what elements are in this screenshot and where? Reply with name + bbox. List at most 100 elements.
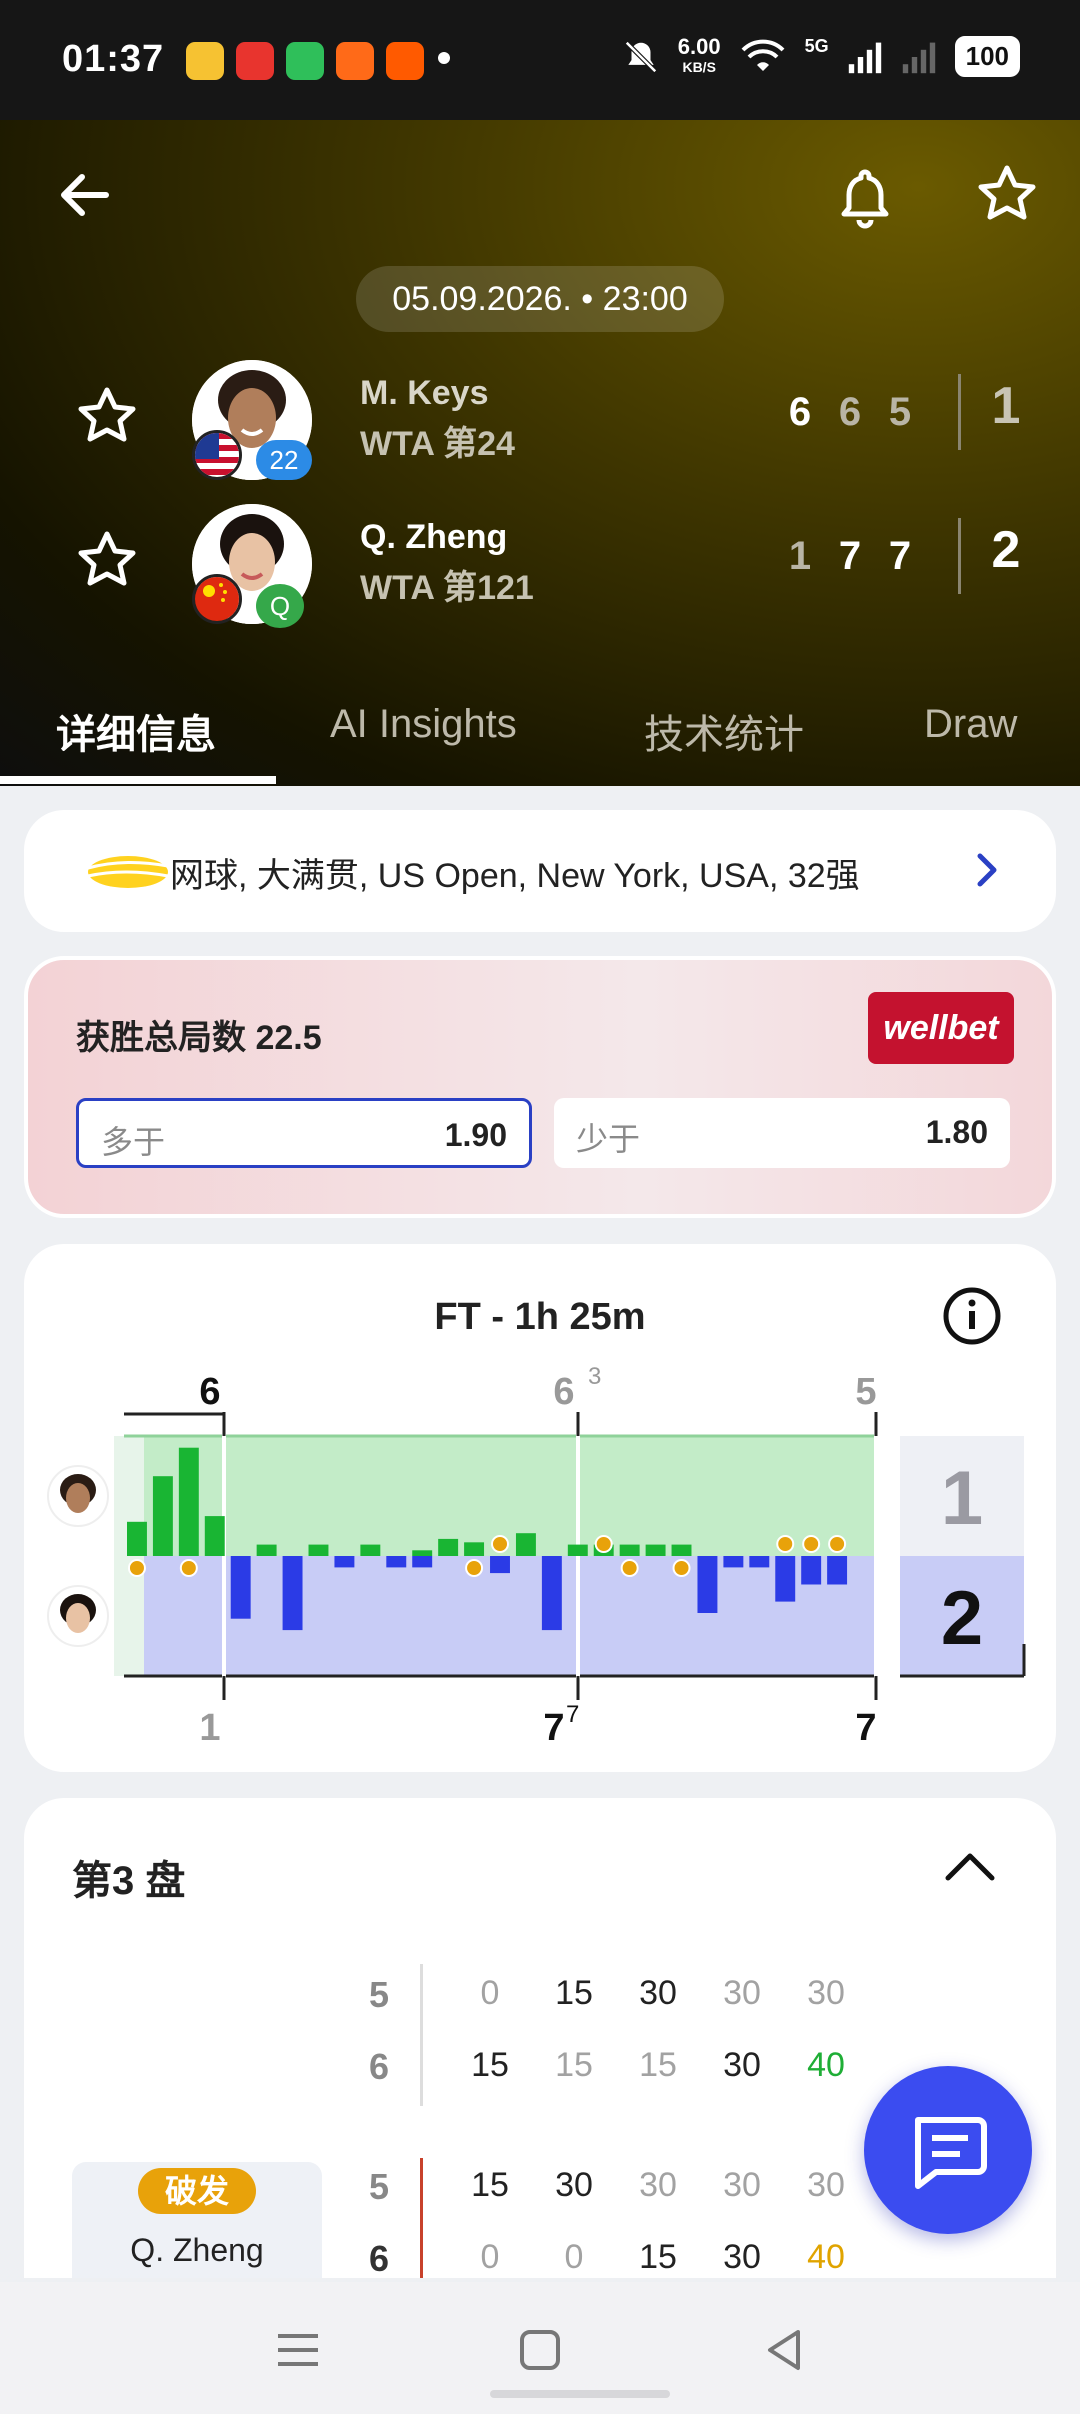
tournament-link[interactable]: 网球, 大满贯, US Open, New York, USA, 32强 bbox=[24, 810, 1056, 932]
bookmaker-logo[interactable]: wellbet bbox=[868, 992, 1014, 1064]
momentum-bar-keys bbox=[178, 1447, 199, 1556]
set-score: 7 bbox=[838, 534, 862, 578]
momentum-bar-zheng bbox=[749, 1556, 770, 1568]
momentum-bar-keys bbox=[412, 1550, 433, 1556]
momentum-bar-keys bbox=[127, 1521, 147, 1556]
point-score: 15 bbox=[555, 1974, 593, 2012]
final-sets-zheng: 2 bbox=[941, 1576, 983, 1661]
chat-button[interactable] bbox=[864, 2066, 1032, 2234]
odds-label: 多于 bbox=[101, 1124, 166, 1160]
set-title: 第3 盘 bbox=[72, 1859, 186, 1903]
games-score: 5 bbox=[368, 2166, 390, 2207]
momentum-bar-keys bbox=[645, 1544, 666, 1556]
point-scores: 15 30 30 30 30 bbox=[448, 2166, 868, 2205]
point-scores: 0 0 15 30 40 bbox=[448, 2238, 868, 2277]
network-type: 5G bbox=[804, 36, 829, 56]
player-row-keys[interactable]: 22 M. Keys WTA 第24 6 6 5 1 bbox=[0, 350, 1080, 480]
tab-bar: 详细信息 AI Insights 技术统计 Draw bbox=[0, 680, 1080, 786]
signal-2-icon bbox=[902, 42, 935, 73]
break-ball-marker bbox=[179, 1559, 198, 1577]
score-divider bbox=[958, 518, 961, 594]
point-score: 40 bbox=[807, 2238, 845, 2276]
odds-under-button[interactable]: 少于 1.80 bbox=[554, 1098, 1010, 1168]
momentum-bar-zheng bbox=[801, 1556, 822, 1585]
player-favorite-star-icon[interactable] bbox=[72, 382, 142, 452]
momentum-bar-zheng bbox=[334, 1556, 355, 1568]
point-score: 30 bbox=[723, 2166, 761, 2204]
odds-over-button[interactable]: 多于 1.90 bbox=[76, 1098, 532, 1168]
battery-indicator: 100 bbox=[954, 36, 1020, 77]
tournament-name: 网球, 大满贯, US Open, New York, USA, 32强 bbox=[170, 857, 860, 895]
set-score-top: 5 bbox=[855, 1371, 876, 1413]
odds-value: 1.80 bbox=[925, 1114, 988, 1150]
point-score: 30 bbox=[555, 2166, 593, 2204]
momentum-bar-zheng bbox=[827, 1556, 848, 1585]
momentum-bar-zheng bbox=[775, 1556, 796, 1602]
break-ball-marker bbox=[672, 1559, 691, 1577]
menu-icon[interactable] bbox=[270, 2322, 326, 2378]
taobao-icon bbox=[386, 42, 424, 80]
odds-value: 1.90 bbox=[444, 1117, 507, 1153]
avatar-face bbox=[66, 1603, 90, 1633]
point-score: 15 bbox=[639, 2046, 677, 2084]
break-ball-marker bbox=[620, 1559, 639, 1577]
player-rank: WTA 第24 bbox=[360, 425, 515, 463]
momentum-bar-zheng bbox=[541, 1556, 562, 1631]
match-header: 05.09.2026. • 23:00 22 M. Keys WTA 第24 6… bbox=[0, 120, 1080, 786]
back-arrow-icon[interactable] bbox=[50, 160, 120, 230]
set-score: 6 bbox=[838, 390, 862, 434]
point-score: 30 bbox=[723, 2046, 761, 2084]
back-triangle-icon[interactable] bbox=[758, 2322, 814, 2378]
momentum-chart: 6 6 3 51 7 7 712 bbox=[47, 1363, 1026, 1749]
set-score-top: 6 bbox=[553, 1371, 574, 1413]
score-divider bbox=[958, 374, 961, 450]
signal-icon bbox=[848, 42, 881, 73]
point-scores: 15 15 15 30 40 bbox=[448, 2046, 868, 2085]
favorite-star-icon[interactable] bbox=[972, 160, 1042, 230]
momentum-bar-zheng bbox=[412, 1556, 433, 1568]
games-score: 6 bbox=[368, 2238, 390, 2279]
player-row-zheng[interactable]: Q Q. Zheng WTA 第121 1 7 7 2 bbox=[0, 494, 1080, 628]
clock: 01:37 bbox=[62, 38, 165, 80]
video-app-icon bbox=[236, 42, 274, 80]
sets-won: 1 bbox=[991, 377, 1021, 435]
bell-icon[interactable] bbox=[830, 160, 900, 230]
momentum-bar-keys bbox=[438, 1538, 459, 1556]
momentum-bar-keys bbox=[152, 1476, 173, 1556]
break-ball-marker bbox=[802, 1535, 821, 1553]
bet-market-title: 获胜总局数 22.5 bbox=[76, 1019, 322, 1057]
tab-ai-insights[interactable]: AI Insights bbox=[330, 702, 517, 747]
player-favorite-star-icon[interactable] bbox=[72, 526, 142, 596]
mute-icon bbox=[624, 40, 657, 73]
final-sets-keys: 1 bbox=[941, 1456, 983, 1541]
tab-draw[interactable]: Draw bbox=[924, 702, 1017, 747]
sets-won: 2 bbox=[991, 521, 1021, 579]
wifi-icon bbox=[741, 39, 785, 71]
active-tab-indicator bbox=[0, 776, 276, 784]
momentum-bar-keys bbox=[204, 1516, 225, 1556]
games-score: 5 bbox=[368, 1974, 390, 2015]
home-indicator[interactable] bbox=[490, 2390, 670, 2398]
point-score: 30 bbox=[807, 1974, 845, 2012]
momentum-bar-keys bbox=[464, 1542, 485, 1556]
momentum-bar-keys bbox=[308, 1544, 329, 1556]
tab-statistics[interactable]: 技术统计 bbox=[644, 702, 804, 760]
point-score: 30 bbox=[639, 1974, 677, 2012]
break-ball-marker bbox=[828, 1535, 847, 1553]
chat-icon bbox=[915, 2117, 987, 2189]
momentum-bar-keys bbox=[619, 1544, 640, 1556]
set-score: 5 bbox=[888, 390, 912, 434]
chevron-up-icon[interactable] bbox=[940, 1842, 1000, 1892]
point-score: 30 bbox=[723, 2238, 761, 2276]
tab-details[interactable]: 详细信息 bbox=[56, 702, 216, 760]
player-name: M. Keys bbox=[360, 374, 489, 412]
set-score-bottom: 1 bbox=[199, 1707, 220, 1749]
set-score-top: 6 bbox=[199, 1371, 220, 1413]
home-icon[interactable] bbox=[512, 2322, 568, 2378]
tiebreak-score-bottom: 7 bbox=[566, 1701, 579, 1728]
momentum-bar-keys bbox=[360, 1544, 381, 1556]
status-indicators: 6.00 KB/S 5G 100 bbox=[622, 35, 1020, 77]
games-score: 6 bbox=[368, 2046, 390, 2087]
notification-icons bbox=[186, 42, 424, 80]
tiebreak-score-top: 3 bbox=[588, 1363, 601, 1390]
